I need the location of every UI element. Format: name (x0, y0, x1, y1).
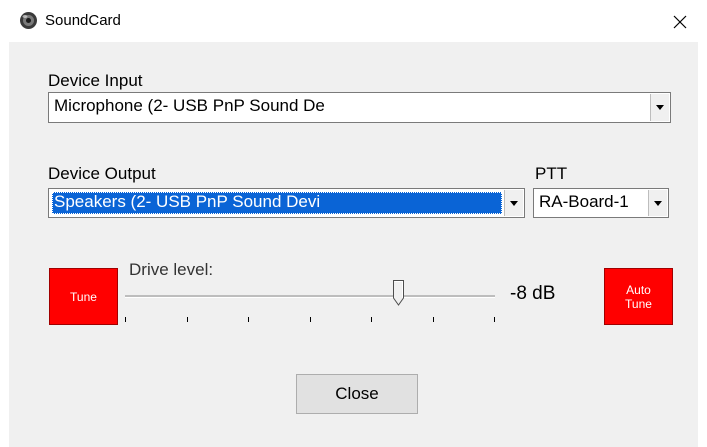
drive-level-value: -8 dB (510, 283, 556, 304)
tune-button[interactable]: Tune (49, 268, 118, 325)
slider-tick (433, 317, 434, 322)
auto-tune-label-line2: Tune (625, 296, 652, 311)
slider-tick (187, 317, 188, 322)
window-title: SoundCard (45, 12, 121, 29)
device-output-label: Device Output (48, 164, 156, 183)
slider-tick (125, 317, 126, 322)
device-output-dropdown-button[interactable] (504, 190, 523, 216)
slider-tick (310, 317, 311, 322)
chevron-down-icon (510, 200, 518, 206)
ptt-combobox[interactable]: RA-Board-1 (533, 188, 669, 218)
chevron-down-icon (654, 200, 662, 206)
device-output-combobox[interactable]: Speakers (2- USB PnP Sound Devi (48, 188, 525, 218)
device-input-combobox[interactable]: Microphone (2- USB PnP Sound De (48, 92, 671, 123)
close-icon[interactable] (670, 12, 690, 32)
drive-level-label: Drive level: (129, 260, 214, 279)
dialog-body: Device Input Microphone (2- USB PnP Soun… (9, 42, 698, 447)
ptt-label: PTT (535, 164, 568, 183)
close-button[interactable]: Close (296, 374, 418, 414)
chevron-down-icon (656, 105, 664, 110)
auto-tune-button[interactable]: Auto Tune (604, 268, 673, 325)
title-bar: SoundCard (0, 0, 707, 42)
auto-tune-label-line1: Auto (626, 282, 651, 297)
tune-button-label: Tune (70, 289, 97, 304)
close-button-label: Close (335, 384, 379, 403)
slider-thumb[interactable] (393, 280, 404, 306)
slider-tick (494, 317, 495, 322)
device-input-label: Device Input (48, 71, 143, 90)
slider-track[interactable] (125, 295, 495, 298)
ptt-value: RA-Board-1 (539, 192, 629, 211)
device-output-value: Speakers (2- USB PnP Sound Devi (52, 192, 502, 214)
speaker-icon (20, 12, 37, 29)
ptt-dropdown-button[interactable] (648, 190, 667, 216)
device-input-dropdown-button[interactable] (650, 94, 669, 121)
device-input-value: Microphone (2- USB PnP Sound De (54, 96, 325, 115)
slider-tick (371, 317, 372, 322)
slider-tick (248, 317, 249, 322)
